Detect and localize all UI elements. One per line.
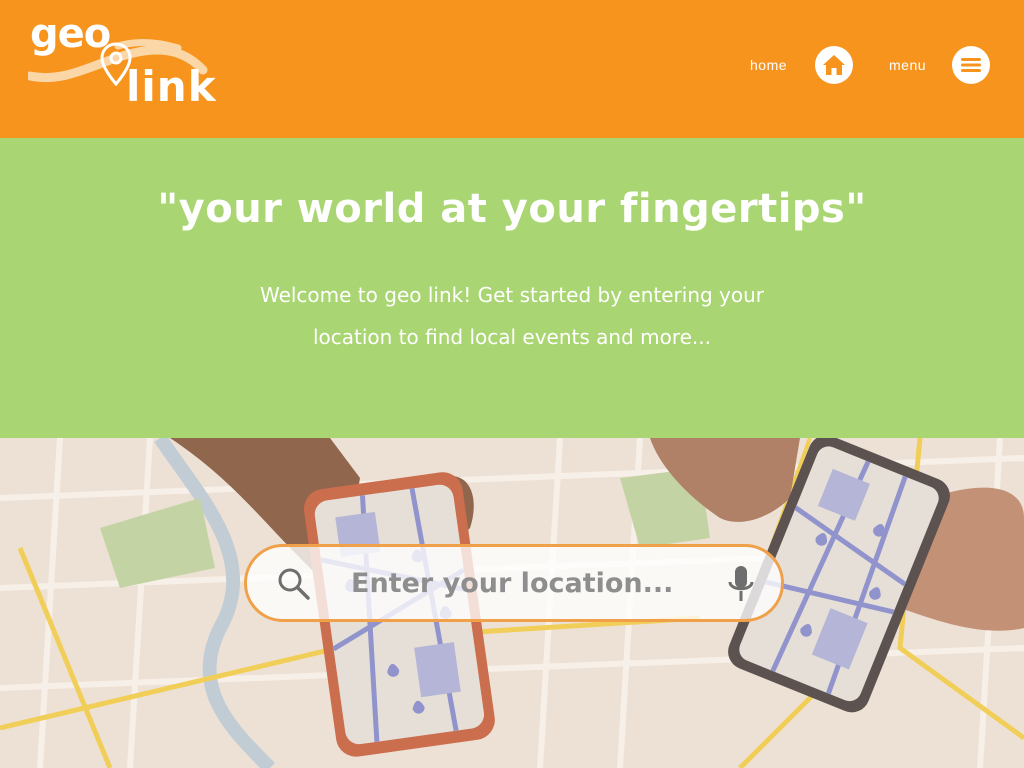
intro-text-line-1: Welcome to geo link! Get started by ente… <box>259 283 765 307</box>
site-header: geo link home menu <box>0 0 1024 138</box>
location-input[interactable] <box>351 561 711 605</box>
geo-link-logo[interactable]: geo link <box>28 10 228 110</box>
logo-text-geo: geo <box>30 11 111 57</box>
intro-text-line-2: location to find local events and more..… <box>312 325 712 349</box>
menu-icon <box>961 58 981 72</box>
logo-text-link: link <box>126 62 217 111</box>
nav-menu-label[interactable]: menu <box>889 57 926 73</box>
home-button[interactable] <box>815 46 853 84</box>
location-search-bar[interactable] <box>244 544 784 622</box>
menu-button[interactable] <box>952 46 990 84</box>
microphone-icon[interactable] <box>727 565 755 609</box>
hero-banner: "your world at your fingertips" Welcome … <box>0 138 1024 438</box>
tagline-heading: "your world at your fingertips" <box>157 186 867 232</box>
search-icon[interactable] <box>277 567 311 605</box>
home-icon <box>823 55 845 75</box>
nav-home-label[interactable]: home <box>750 57 787 73</box>
